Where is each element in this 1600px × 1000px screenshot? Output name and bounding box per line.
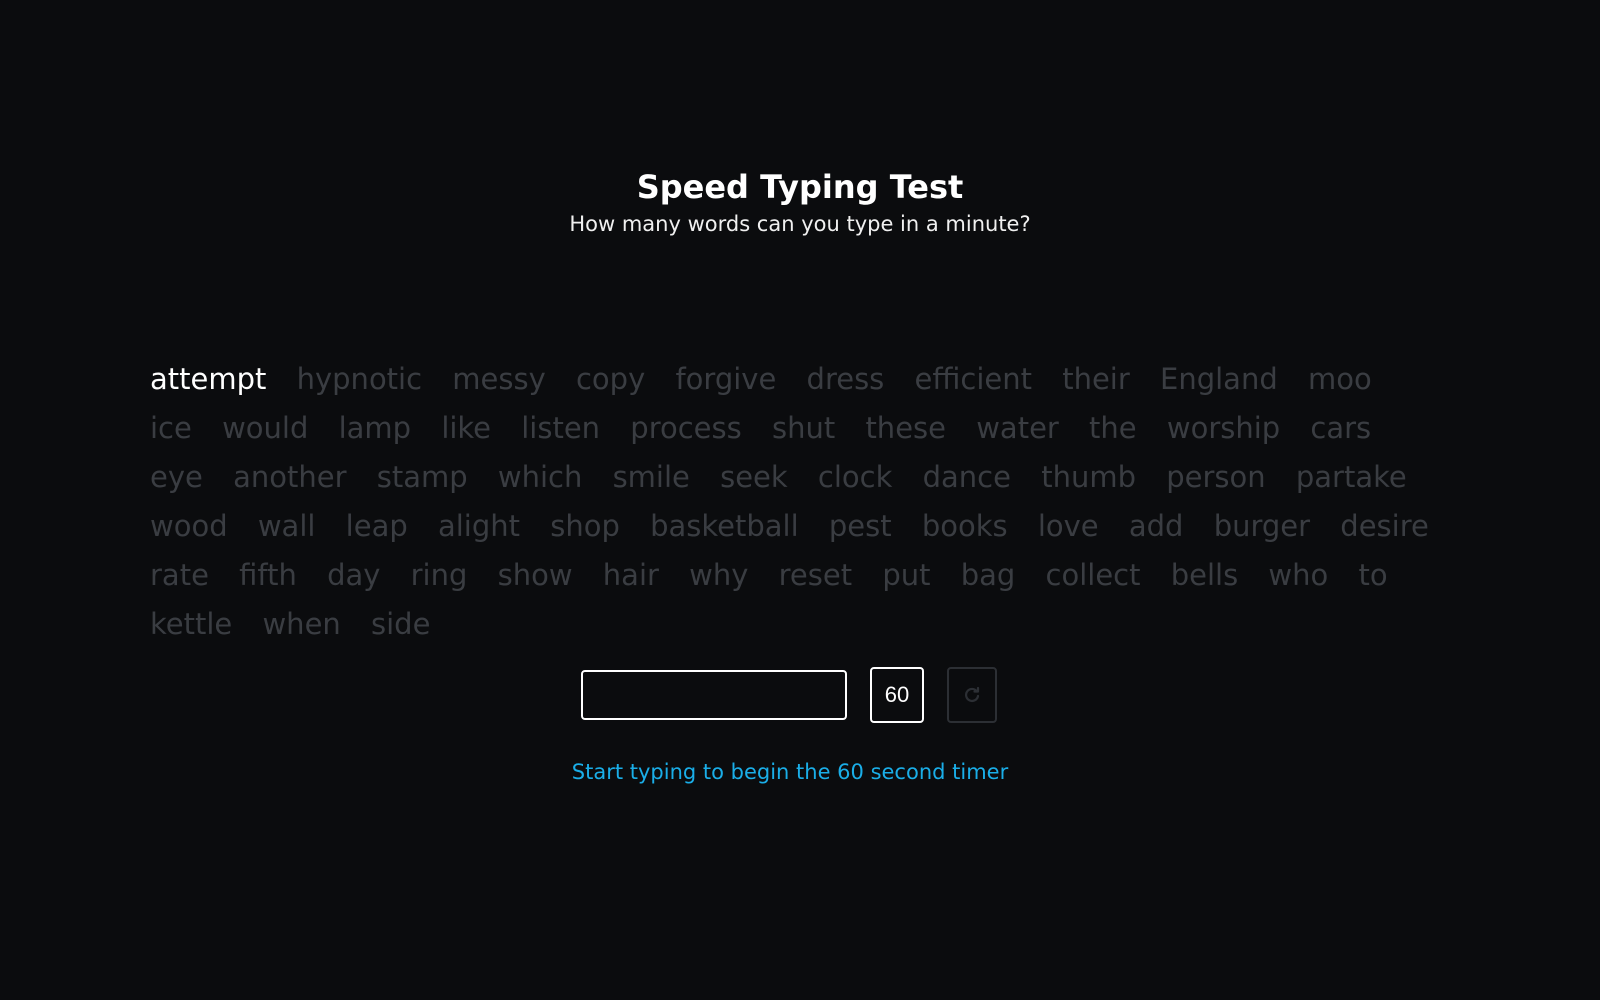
word: why xyxy=(689,558,749,592)
header: Speed Typing Test How many words can you… xyxy=(0,165,1600,239)
word: would xyxy=(222,411,309,445)
word: alight xyxy=(437,509,521,543)
word: worship xyxy=(1166,411,1281,445)
page-subtitle: How many words can you type in a minute? xyxy=(569,212,1031,236)
word: cars xyxy=(1310,411,1372,445)
word: clock xyxy=(817,460,893,494)
word: basketball xyxy=(650,509,799,543)
word: England xyxy=(1160,362,1278,396)
word: collect xyxy=(1045,558,1141,592)
word: efficient xyxy=(914,362,1032,396)
word: kettle xyxy=(150,607,233,641)
word: water xyxy=(976,411,1059,445)
word: books xyxy=(921,509,1008,543)
word: which xyxy=(497,460,583,494)
word: wall xyxy=(257,509,316,543)
word: desire xyxy=(1340,509,1429,543)
word: hypnotic xyxy=(296,362,423,396)
word: ring xyxy=(410,558,468,592)
word: pest xyxy=(828,509,892,543)
typing-test-page: Speed Typing Test How many words can you… xyxy=(0,0,1600,1000)
word: put xyxy=(882,558,931,592)
word: bag xyxy=(960,558,1016,592)
word: dance xyxy=(922,460,1011,494)
current-word: attempt xyxy=(150,362,267,396)
word: rate xyxy=(150,558,209,592)
word: side xyxy=(371,607,431,641)
reset-button[interactable] xyxy=(947,667,997,723)
word: the xyxy=(1089,411,1137,445)
word: person xyxy=(1166,460,1266,494)
instruction-text: Start typing to begin the 60 second time… xyxy=(571,760,1009,784)
word: burger xyxy=(1213,509,1311,543)
word: seek xyxy=(720,460,788,494)
word: moo xyxy=(1307,362,1372,396)
word: leap xyxy=(345,509,408,543)
word: another xyxy=(233,460,347,494)
word-list: attempt hypnotic messy copy forgive dres… xyxy=(150,355,1460,649)
word: smile xyxy=(612,460,690,494)
word: hair xyxy=(602,558,659,592)
timer-display: 60 xyxy=(870,667,924,723)
word: wood xyxy=(150,509,228,543)
typing-input[interactable] xyxy=(581,670,847,720)
word: when xyxy=(262,607,341,641)
word: fifth xyxy=(239,558,297,592)
word: forgive xyxy=(675,362,777,396)
controls: 60 xyxy=(581,667,997,723)
word: listen xyxy=(521,411,601,445)
word: process xyxy=(630,411,742,445)
word: dress xyxy=(806,362,885,396)
word: their xyxy=(1062,362,1130,396)
word: eye xyxy=(150,460,203,494)
word: shop xyxy=(550,509,620,543)
word: bells xyxy=(1170,558,1239,592)
word: day xyxy=(327,558,381,592)
word: thumb xyxy=(1041,460,1136,494)
word: add xyxy=(1128,509,1184,543)
word: love xyxy=(1037,509,1099,543)
word: reset xyxy=(778,558,853,592)
word: ice xyxy=(150,411,192,445)
word: lamp xyxy=(338,411,412,445)
word: these xyxy=(865,411,946,445)
refresh-icon xyxy=(965,686,980,703)
word: to xyxy=(1358,558,1388,592)
word: like xyxy=(441,411,492,445)
word: shut xyxy=(771,411,836,445)
word: copy xyxy=(575,362,646,396)
page-title: Speed Typing Test xyxy=(636,168,964,206)
word: stamp xyxy=(376,460,468,494)
word: who xyxy=(1268,558,1329,592)
word: partake xyxy=(1295,460,1407,494)
word: messy xyxy=(452,362,546,396)
word: show xyxy=(497,558,573,592)
